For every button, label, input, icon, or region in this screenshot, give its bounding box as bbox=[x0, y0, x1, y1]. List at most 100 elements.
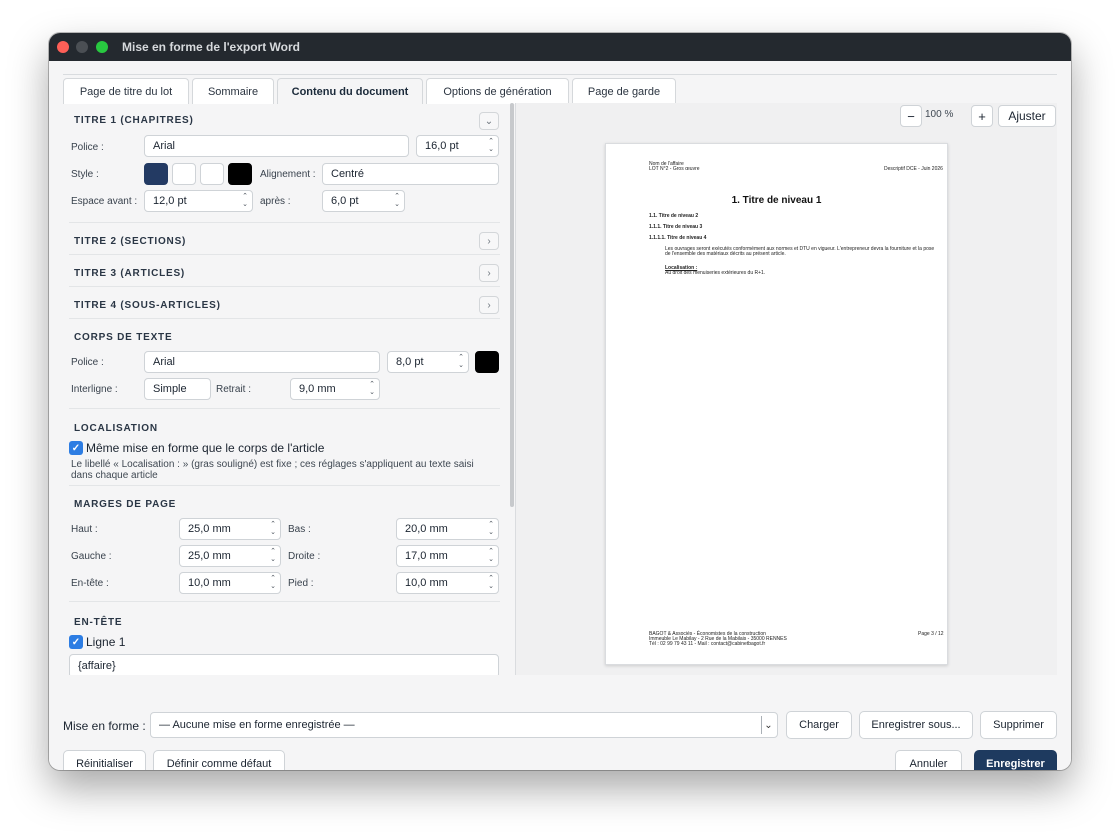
stepper-icon[interactable]: ⌃ ⌄ bbox=[488, 575, 494, 591]
marges-bas-label: Bas : bbox=[288, 524, 311, 535]
titre1-style-label: Style : bbox=[71, 169, 99, 180]
titre1-size-stepper[interactable]: 16,0 pt ⌃ ⌄ bbox=[416, 135, 499, 157]
entete-ligne1-input[interactable]: {affaire} bbox=[69, 654, 499, 675]
tab-sommaire[interactable]: Sommaire bbox=[192, 78, 274, 104]
stepper-icon[interactable]: ⌃ ⌄ bbox=[488, 521, 494, 537]
supprimer-button[interactable]: Supprimer bbox=[980, 711, 1057, 739]
marges-droite-value: 17,0 mm bbox=[405, 550, 448, 562]
corps-heading: CORPS DE TEXTE bbox=[74, 332, 173, 343]
preview-header-left-2: LOT N°2 - Gros œuvre bbox=[649, 166, 700, 172]
marges-droite-stepper[interactable]: 17,0 mm ⌃ ⌄ bbox=[396, 545, 499, 567]
enregistrer-sous-button[interactable]: Enregistrer sous... bbox=[859, 711, 973, 739]
dialog-content: Page de titre du lot Sommaire Contenu du… bbox=[49, 61, 1071, 770]
titre1-avant-stepper[interactable]: 12,0 pt ⌃ ⌄ bbox=[144, 190, 253, 212]
titre1-alignement-label: Alignement : bbox=[260, 169, 316, 180]
corps-color-swatch[interactable] bbox=[475, 351, 499, 373]
divider bbox=[69, 254, 500, 255]
reinitialiser-button[interactable]: Réinitialiser bbox=[63, 750, 146, 770]
tab-options-generation[interactable]: Options de génération bbox=[426, 78, 569, 104]
titre1-apres-label: après : bbox=[260, 196, 291, 207]
marges-pied-stepper[interactable]: 10,0 mm ⌃ ⌄ bbox=[396, 572, 499, 594]
titre2-expand-button[interactable]: › bbox=[479, 232, 499, 250]
titre4-heading[interactable]: TITRE 4 (SOUS-ARTICLES) bbox=[74, 300, 221, 311]
corps-police-value: Arial bbox=[153, 356, 176, 368]
entete-ligne1-checkbox[interactable]: ✓ bbox=[69, 635, 83, 649]
style-italic-swatch[interactable] bbox=[172, 163, 196, 185]
localisation-checkbox-label[interactable]: Même mise en forme que le corps de l'art… bbox=[86, 441, 324, 455]
marges-entete-stepper[interactable]: 10,0 mm ⌃ ⌄ bbox=[179, 572, 281, 594]
mise-en-forme-label: Mise en forme : bbox=[63, 719, 146, 733]
checkmark-icon: ✓ bbox=[71, 636, 81, 648]
fit-button[interactable]: Ajuster bbox=[998, 105, 1056, 127]
zoom-in-button[interactable]: + bbox=[971, 105, 993, 127]
enregistrer-button[interactable]: Enregistrer bbox=[974, 750, 1057, 770]
entete-heading: EN-TÊTE bbox=[74, 617, 123, 628]
titre3-heading[interactable]: TITRE 3 (ARTICLES) bbox=[74, 268, 185, 279]
titre1-apres-value: 6,0 pt bbox=[331, 195, 359, 207]
style-bold-swatch[interactable] bbox=[144, 163, 168, 185]
titre4-expand-button[interactable]: › bbox=[479, 296, 499, 314]
style-underline-swatch[interactable] bbox=[200, 163, 224, 185]
chevron-down-icon[interactable]: ⌄ bbox=[761, 716, 775, 734]
chevron-right-icon: › bbox=[487, 299, 491, 311]
titre1-apres-stepper[interactable]: 6,0 pt ⌃ ⌄ bbox=[322, 190, 405, 212]
chevron-right-icon: › bbox=[487, 235, 491, 247]
titre1-collapse-button[interactable]: ⌄ bbox=[479, 112, 499, 130]
corps-retrait-stepper[interactable]: 9,0 mm ⌃ ⌄ bbox=[290, 378, 380, 400]
title-bar: Mise en forme de l'export Word bbox=[49, 33, 1071, 61]
stepper-icon[interactable]: ⌃ ⌄ bbox=[369, 381, 375, 397]
titre2-heading[interactable]: TITRE 2 (SECTIONS) bbox=[74, 236, 186, 247]
titre1-heading: TITRE 1 (CHAPITRES) bbox=[74, 115, 194, 126]
stepper-icon[interactable]: ⌃ ⌄ bbox=[270, 548, 276, 564]
marges-gauche-stepper[interactable]: 25,0 mm ⌃ ⌄ bbox=[179, 545, 281, 567]
annuler-button[interactable]: Annuler bbox=[895, 750, 962, 770]
marges-heading: MARGES DE PAGE bbox=[74, 499, 177, 510]
zoom-out-button[interactable]: − bbox=[900, 105, 922, 127]
marges-bas-stepper[interactable]: 20,0 mm ⌃ ⌄ bbox=[396, 518, 499, 540]
charger-button[interactable]: Charger bbox=[786, 711, 852, 739]
marges-pied-label: Pied : bbox=[288, 578, 314, 589]
corps-police-label: Police : bbox=[71, 357, 104, 368]
entete-ligne1-label[interactable]: Ligne 1 bbox=[86, 635, 125, 649]
preview-h3: 1.1.1. Titre de niveau 3 bbox=[649, 224, 703, 230]
titre1-color-swatch[interactable] bbox=[228, 163, 252, 185]
stepper-icon[interactable]: ⌃ ⌄ bbox=[394, 193, 400, 209]
mise-en-forme-select[interactable]: — Aucune mise en forme enregistrée — ⌄ bbox=[150, 712, 778, 738]
zoom-window-button[interactable] bbox=[96, 41, 108, 53]
settings-scrollbar[interactable] bbox=[510, 103, 514, 507]
preview-panel: − 100 % + Ajuster Nom de l'affaire LOT N… bbox=[515, 103, 1057, 675]
divider bbox=[69, 286, 500, 287]
stepper-icon[interactable]: ⌃ ⌄ bbox=[458, 354, 464, 370]
titre1-police-value: Arial bbox=[153, 140, 176, 152]
settings-panel[interactable]: TITRE 1 (CHAPITRES) ⌄ Police : Arial 16,… bbox=[63, 103, 512, 675]
stepper-icon[interactable]: ⌃ ⌄ bbox=[270, 575, 276, 591]
corps-police-field[interactable]: Arial bbox=[144, 351, 380, 373]
marges-droite-label: Droite : bbox=[288, 551, 321, 562]
stepper-icon[interactable]: ⌃ ⌄ bbox=[488, 138, 494, 154]
titre1-police-field[interactable]: Arial bbox=[144, 135, 409, 157]
zoom-level: 100 % bbox=[925, 109, 954, 120]
titre1-size-value: 16,0 pt bbox=[425, 140, 459, 152]
corps-size-stepper[interactable]: 8,0 pt ⌃ ⌄ bbox=[387, 351, 469, 373]
marges-gauche-label: Gauche : bbox=[71, 551, 112, 562]
localisation-checkbox[interactable]: ✓ bbox=[69, 441, 83, 455]
titre3-expand-button[interactable]: › bbox=[479, 264, 499, 282]
tab-contenu-document[interactable]: Contenu du document bbox=[277, 78, 423, 104]
definir-defaut-button[interactable]: Définir comme défaut bbox=[153, 750, 285, 770]
close-window-button[interactable] bbox=[57, 41, 69, 53]
stepper-icon[interactable]: ⌃ ⌄ bbox=[242, 193, 248, 209]
marges-haut-label: Haut : bbox=[71, 524, 98, 535]
stepper-icon[interactable]: ⌃ ⌄ bbox=[270, 521, 276, 537]
preview-footer-page: Page 3 / 12 bbox=[918, 631, 944, 637]
tab-page-titre-lot[interactable]: Page de titre du lot bbox=[63, 78, 189, 104]
tab-page-garde[interactable]: Page de garde bbox=[572, 78, 676, 104]
stepper-icon[interactable]: ⌃ ⌄ bbox=[488, 548, 494, 564]
corps-interligne-label: Interligne : bbox=[71, 384, 118, 395]
minimize-window-button[interactable] bbox=[76, 41, 88, 53]
titre1-alignement-select[interactable]: Centré bbox=[322, 163, 499, 185]
preview-footer-3: Tél : 02 99 79 43 11 - Mail : contact@ca… bbox=[649, 641, 766, 647]
corps-interligne-select[interactable]: Simple bbox=[144, 378, 211, 400]
marges-haut-stepper[interactable]: 25,0 mm ⌃ ⌄ bbox=[179, 518, 281, 540]
divider bbox=[69, 318, 500, 319]
preview-h2: 1.1. Titre de niveau 2 bbox=[649, 213, 699, 219]
